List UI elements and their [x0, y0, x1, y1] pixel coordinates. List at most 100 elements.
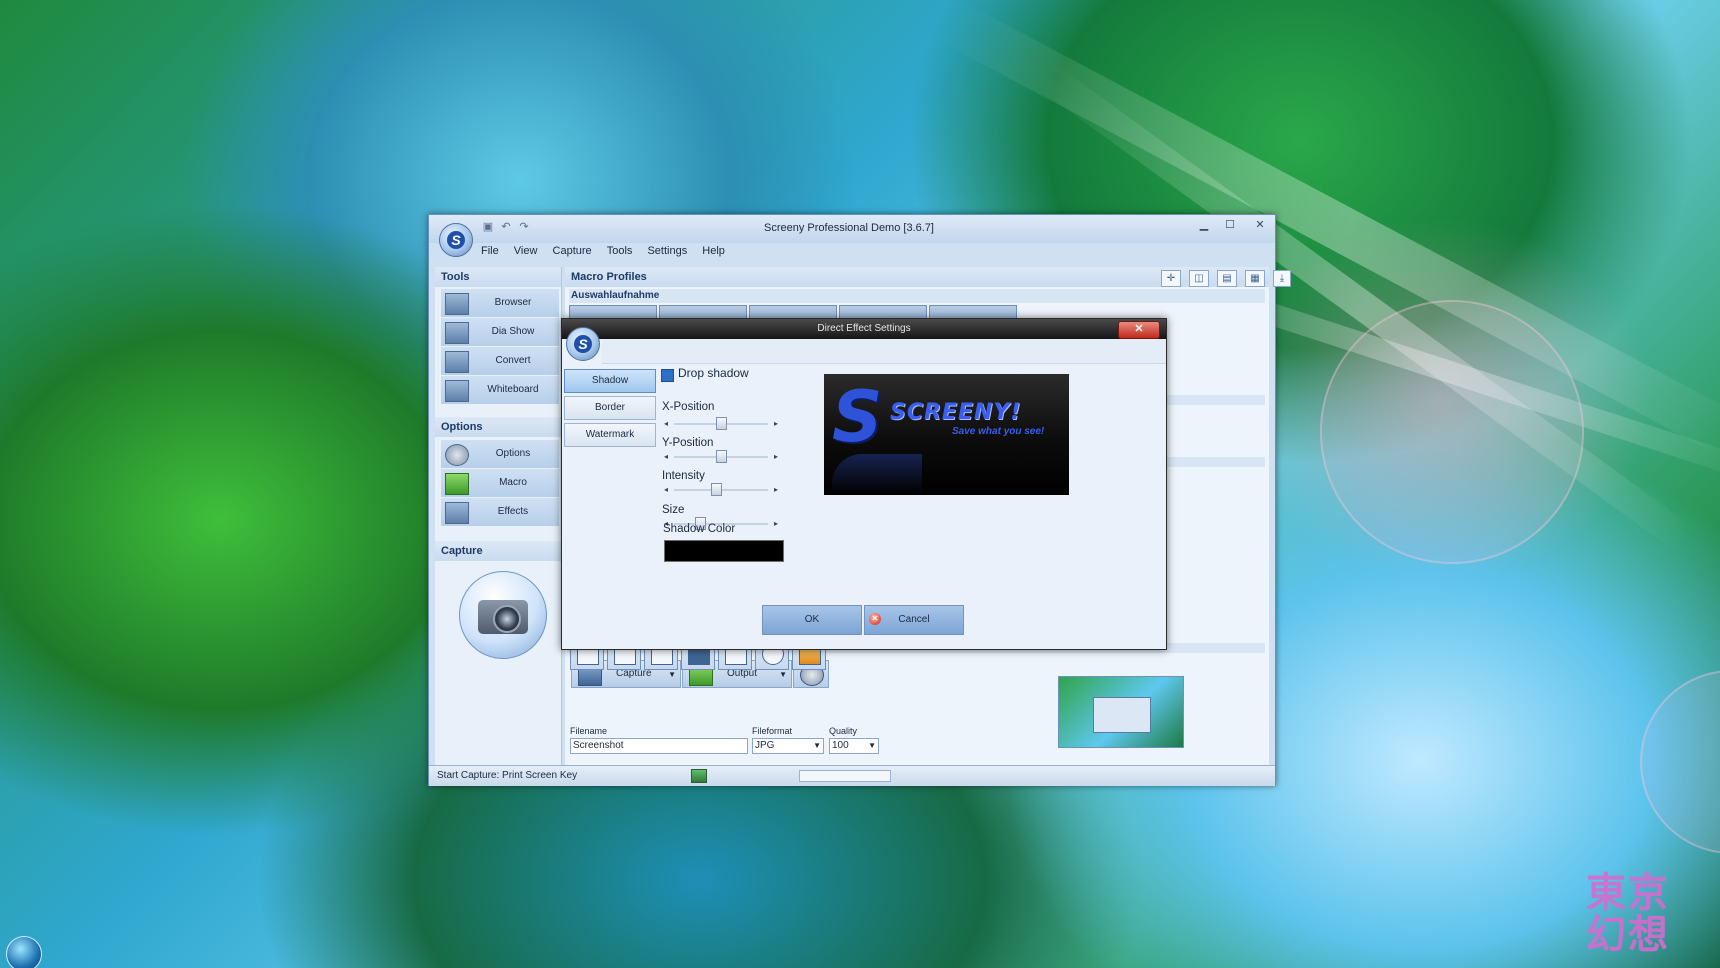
y-position-label: Y-Position — [662, 437, 714, 449]
camera-lens — [493, 605, 521, 633]
chevron-left-icon[interactable]: ◂ — [664, 417, 668, 430]
quality-select[interactable]: 100 ▼ — [829, 738, 879, 754]
chevron-right-icon[interactable]: ▸ — [774, 417, 778, 430]
chevron-left-icon[interactable]: ◂ — [664, 450, 668, 463]
shadow-color-label: Shadow Color — [663, 523, 736, 535]
convert-icon — [445, 351, 469, 373]
chevron-down-icon: ▼ — [668, 670, 676, 679]
menu-view[interactable]: View — [514, 245, 538, 257]
bokeh-circle — [1640, 670, 1720, 854]
gear-icon — [445, 444, 469, 466]
slideshow-icon — [445, 322, 469, 344]
sidebar-item-options[interactable]: Options — [441, 440, 559, 469]
menu-bar: File View Capture Tools Settings Help — [481, 245, 737, 261]
progress-bar — [799, 770, 891, 782]
fileformat-value: JPG — [755, 740, 775, 751]
dialog-header-strip — [602, 339, 1166, 364]
chevron-right-icon[interactable]: ▸ — [774, 450, 778, 463]
tab-border[interactable]: Border — [564, 396, 656, 420]
x-position-slider[interactable]: ◂ ▸ — [662, 417, 780, 430]
sidebar-item-convert[interactable]: Convert — [441, 347, 559, 376]
fileformat-select[interactable]: JPG ▼ — [752, 738, 824, 754]
undo-icon[interactable]: ↶ — [499, 221, 513, 233]
menu-help[interactable]: Help — [702, 245, 725, 257]
tab-shadow[interactable]: Shadow — [564, 369, 656, 393]
effect-preview-image: S SCREENY! Save what you see! — [824, 374, 1069, 495]
chevron-right-icon[interactable]: ▸ — [774, 517, 778, 530]
maximize-button[interactable]: ☐ — [1217, 217, 1243, 233]
minimize-button[interactable]: ▁ — [1191, 217, 1217, 233]
menu-settings[interactable]: Settings — [647, 245, 687, 257]
effect-settings-dialog: Direct Effect Settings ✕ S Shadow Border… — [561, 318, 1167, 650]
camera-capture-button[interactable] — [459, 571, 547, 659]
status-text: Start Capture: Print Screen Key — [437, 770, 578, 781]
grid-view-icon[interactable]: ▦ — [1245, 270, 1265, 287]
app-logo-letter: S — [447, 231, 465, 249]
slider-thumb[interactable] — [715, 450, 727, 463]
options-header: Options — [435, 417, 561, 437]
chevron-down-icon: ▼ — [779, 670, 787, 679]
chevron-down-icon: ▼ — [868, 741, 876, 750]
filename-label: Filename — [570, 726, 608, 736]
status-bar: Start Capture: Print Screen Key — [429, 765, 1275, 786]
arrow-right-icon — [445, 473, 469, 495]
cancel-icon: ✕ — [869, 613, 881, 625]
wallpaper-watermark: 東京幻想 — [1586, 870, 1670, 958]
add-profile-icon[interactable]: ✛ — [1161, 270, 1181, 287]
menu-capture[interactable]: Capture — [553, 245, 592, 257]
preview-reflection — [832, 454, 922, 494]
sidebar-item-macro[interactable]: Macro — [441, 469, 559, 498]
sidebar-item-browser[interactable]: Browser — [441, 289, 559, 318]
preview-tagline: Save what you see! — [952, 426, 1045, 437]
slider-thumb[interactable] — [715, 417, 727, 430]
dialog-logo-orb: S — [566, 327, 600, 361]
menu-tools[interactable]: Tools — [607, 245, 633, 257]
dialog-close-button[interactable]: ✕ — [1118, 321, 1160, 339]
download-icon[interactable]: ⤓ — [1273, 270, 1291, 287]
capture-header: Capture — [435, 541, 561, 561]
ok-button[interactable]: OK — [762, 605, 862, 635]
bokeh-circle — [1320, 300, 1584, 564]
title-bar[interactable]: ▣ ↶ ↷ Screeny Professional Demo [3.6.7] … — [429, 215, 1275, 243]
x-position-label: X-Position — [662, 401, 715, 413]
size-label: Size — [662, 504, 685, 516]
drop-shadow-checkbox[interactable] — [661, 369, 674, 382]
cancel-button[interactable]: ✕ Cancel — [864, 605, 964, 635]
start-button[interactable] — [6, 936, 42, 968]
tools-header: Tools — [435, 267, 561, 287]
sidebar-item-effects[interactable]: Effects — [441, 498, 559, 527]
app-menu-orb[interactable]: S — [439, 223, 473, 257]
quality-value: 100 — [832, 740, 849, 751]
close-button[interactable]: ✕ — [1247, 217, 1273, 233]
save-profile-icon[interactable]: ▤ — [1217, 270, 1237, 287]
dialog-title: Direct Effect Settings — [562, 319, 1166, 339]
slider-thumb[interactable] — [711, 483, 723, 496]
edit-profile-icon[interactable]: ◫ — [1189, 270, 1209, 287]
auswahl-header: Auswahlaufnahme — [569, 289, 1265, 303]
preview-logo-s: S — [832, 376, 883, 458]
intensity-slider[interactable]: ◂ ▸ — [662, 483, 780, 496]
sidebar-item-dia-show[interactable]: Dia Show — [441, 318, 559, 347]
app-icon-small[interactable]: ▣ — [481, 221, 495, 233]
browser-icon — [445, 293, 469, 315]
sidebar-item-whiteboard[interactable]: Whiteboard — [441, 376, 559, 405]
dialog-logo-letter: S — [574, 335, 592, 353]
quality-label: Quality — [829, 726, 858, 736]
preview-window-icon — [1093, 697, 1151, 733]
tab-watermark[interactable]: Watermark — [564, 423, 656, 447]
shadow-color-swatch[interactable] — [664, 540, 784, 562]
chevron-right-icon[interactable]: ▸ — [774, 483, 778, 496]
chevron-left-icon[interactable]: ◂ — [664, 483, 668, 496]
monitor-status-icon — [691, 769, 707, 783]
menu-file[interactable]: File — [481, 245, 499, 257]
y-position-slider[interactable]: ◂ ▸ — [662, 450, 780, 463]
chevron-down-icon: ▼ — [813, 741, 821, 750]
drop-shadow-label: Drop shadow — [678, 366, 749, 380]
preview-brand-text: SCREENY! — [890, 400, 1022, 425]
effects-icon — [445, 502, 469, 524]
fileformat-label: Fileformat — [752, 726, 793, 736]
redo-icon[interactable]: ↷ — [517, 221, 531, 233]
sidebar: Tools Browser Dia Show Convert Whiteboar… — [435, 267, 562, 771]
filename-input[interactable]: Screenshot — [570, 738, 748, 754]
intensity-label: Intensity — [662, 470, 705, 482]
